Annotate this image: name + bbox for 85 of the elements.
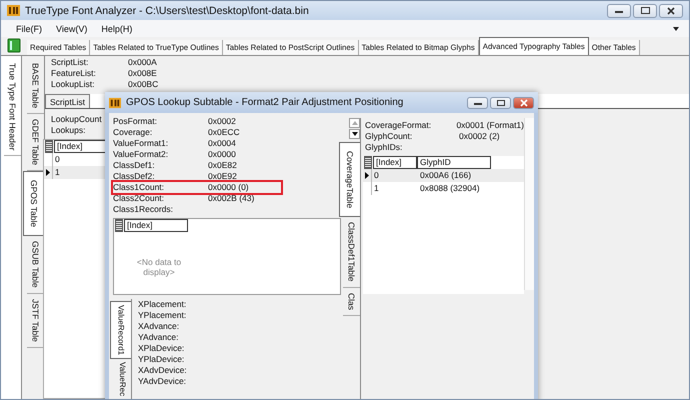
field-value: 0x00BC	[128, 79, 158, 90]
menu-item[interactable]: File(F)	[11, 22, 47, 34]
row-header-icon	[45, 140, 53, 153]
app-logo-icon	[7, 4, 20, 17]
vertical-tab[interactable]: ClassDef1Table	[343, 217, 360, 288]
field-label: LookupCount	[51, 114, 102, 125]
vertical-tab[interactable]: CoverageTable	[339, 142, 360, 218]
close-button[interactable]	[659, 4, 683, 18]
close-button[interactable]	[513, 96, 534, 108]
vertical-tab[interactable]: GPOS Table	[23, 171, 44, 236]
close-icon	[520, 98, 528, 106]
field-label: LookupList:	[51, 79, 96, 90]
field-label: ScriptList:	[51, 57, 90, 68]
tab[interactable]: ScriptList	[45, 94, 90, 108]
table-cell-text: 0x00A6 (166)	[419, 169, 472, 182]
menu-item[interactable]: View(V)	[51, 22, 92, 34]
field-value: 0x0001 (Format1)	[456, 120, 524, 131]
maximize-button[interactable]	[633, 4, 657, 18]
vertical-tab[interactable]: ValueRecord1	[110, 301, 131, 360]
table-row[interactable]: 0 0x00A6 (166)	[363, 169, 524, 182]
close-icon	[667, 6, 675, 14]
row-header-icon	[364, 156, 372, 169]
up-arrow-icon	[352, 121, 358, 125]
app-logo-icon	[109, 96, 121, 108]
field-label: Class2Count:	[113, 193, 166, 204]
field-label: YAdvDevice:	[138, 376, 187, 387]
field-label: XPlacement:	[138, 299, 187, 310]
row-pointer-icon	[46, 169, 50, 176]
field-value: 0x000A	[128, 57, 157, 68]
dialog-title: GPOS Lookup Subtable - Format2 Pair Adjustment Positioning	[126, 97, 404, 108]
scrollbar[interactable]	[524, 118, 534, 290]
column-header[interactable]: GlyphID	[417, 156, 491, 169]
maximize-button[interactable]	[490, 96, 511, 108]
field-label: YPlacement:	[138, 310, 187, 321]
maximize-icon	[640, 7, 650, 14]
field-label: GlyphIDs:	[365, 142, 404, 153]
column-header[interactable]: [Index]	[373, 156, 417, 169]
field-label: PosFormat:	[113, 116, 158, 127]
menu-item[interactable]: Help(H)	[96, 22, 138, 34]
field-label: Lookups:	[51, 125, 86, 136]
field-label: YPlaDevice:	[138, 354, 186, 365]
table-row[interactable]: 1 0x8088 (32904)	[363, 182, 524, 195]
field-value: 0x008E	[128, 68, 157, 79]
book-icon	[7, 38, 21, 53]
column-header[interactable]: [Index]	[124, 219, 188, 232]
field-label: XAdvDevice:	[138, 365, 187, 376]
row-header-icon	[115, 219, 123, 232]
window-title: TrueType Font Analyzer - C:\Users\test\Desktop\font-data.bin	[25, 4, 309, 16]
field-value: 0x0002 (2)	[459, 131, 500, 142]
field-value: 0x0E82	[208, 160, 237, 171]
field-value: 0x0ECC	[208, 127, 240, 138]
field-label: FeatureList:	[51, 68, 97, 79]
maximize-icon	[496, 100, 504, 106]
field-label: GlyphCount:	[365, 131, 414, 142]
down-arrow-icon	[352, 132, 358, 136]
vertical-tab[interactable]: Clas	[343, 288, 360, 316]
minimize-icon	[474, 100, 482, 104]
field-value: 0x0000	[208, 149, 236, 160]
field-value: 0x0000 (0)	[208, 182, 249, 193]
minimize-button[interactable]	[607, 4, 631, 18]
field-value: 0x0002	[208, 116, 236, 127]
field-label: CoverageFormat:	[365, 120, 432, 131]
row-pointer-icon	[365, 172, 369, 179]
field-label: XAdvance:	[138, 321, 180, 332]
table-cell-text: 1	[374, 182, 380, 195]
field-label: Class1Count:	[113, 182, 166, 193]
minimize-icon	[615, 8, 623, 12]
minimize-button[interactable]	[467, 96, 488, 108]
field-label: ClassDef2:	[113, 171, 156, 182]
empty-message: <No data to display>	[136, 257, 182, 277]
table-cell-text: 0	[374, 169, 380, 182]
caret-icon[interactable]	[673, 26, 679, 30]
field-value: 0x0004	[208, 138, 236, 149]
field-value: 0x0E92	[208, 171, 237, 182]
vertical-tab[interactable]: ValueRec	[114, 359, 131, 399]
vertical-tab[interactable]: BASE Table	[27, 58, 44, 114]
field-value: 0x002B (43)	[208, 193, 254, 204]
field-label: YAdvance:	[138, 332, 180, 343]
field-label: XPlaDevice:	[138, 343, 186, 354]
table-cell: 0	[55, 153, 60, 166]
scroll-down-button[interactable]	[349, 129, 360, 139]
table-cell: 1	[55, 166, 60, 179]
field-label: Coverage:	[113, 127, 154, 138]
field-label: Class1Records:	[113, 204, 174, 215]
table-cell-text: 0x8088 (32904)	[419, 182, 481, 195]
